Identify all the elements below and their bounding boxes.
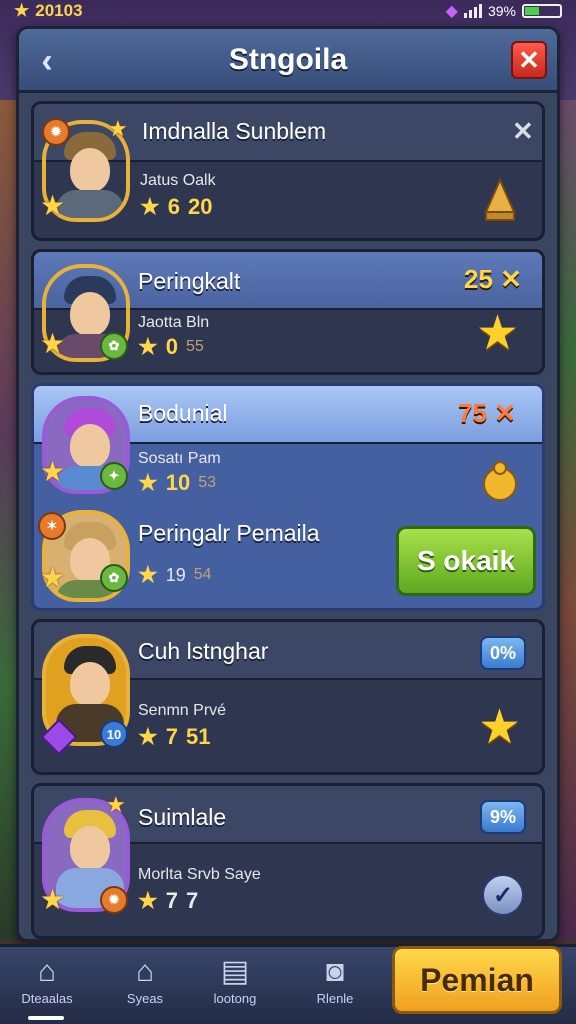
star-badge-icon: ★ [40, 562, 66, 593]
star-badge-icon: ★ [108, 116, 128, 141]
check-icon: ✓ [492, 881, 514, 909]
level-badge-icon: ✦ [100, 462, 128, 490]
level-badge: 10 [100, 720, 128, 748]
home-icon: ⌂ [37, 955, 57, 988]
star-icon: ★ [138, 470, 158, 495]
count-badge: 75 ✕ [458, 398, 516, 428]
star-icon: ★ [138, 334, 158, 359]
player-stats: ★ 10 53 [138, 470, 216, 496]
gear-badge-icon: ✹ [42, 118, 70, 146]
primary-action-button[interactable]: Pemian [392, 946, 562, 1014]
player-name: Imdnalla Sunblem [142, 118, 327, 144]
player-subtitle: Jatus Oalk [140, 172, 216, 189]
player-subtitle: Morlta Srvb Saye [138, 866, 261, 883]
percent-badge: 9% [480, 800, 526, 834]
player-name: Suimlale [138, 804, 227, 830]
nav-item-scroll[interactable]: ▤ lootong [190, 953, 280, 1021]
leaf-badge-icon: ✿ [100, 564, 128, 592]
player-name: Cuh lstnghar [138, 638, 269, 664]
count-badge: 25 ✕ [464, 264, 522, 294]
nav-item-house[interactable]: ⌂ Syeas [100, 953, 190, 1021]
close-icon: ✕ [518, 44, 540, 75]
stat-secondary: 54 [193, 566, 212, 583]
battery-icon [522, 4, 562, 18]
chevron-left-icon: ‹ [41, 41, 53, 80]
battery-percent: 39% [487, 3, 516, 19]
camera-icon: ◙ [325, 955, 345, 988]
star-badge-icon: ★ [106, 792, 126, 817]
list-item[interactable]: ★ ★ ✹ Imdnalla Sunblem ✕ Jatus Oalk ★ 6 … [31, 101, 545, 241]
reward-star-icon: ★ [478, 701, 522, 754]
list-item[interactable]: ★ ✿ Peringkalt 25 ✕ Jaotta Bln ★ 0 55 ★ [31, 249, 545, 375]
nav-item-camera[interactable]: ◙ Rlenle [290, 953, 380, 1021]
player-stats: ★ 0 55 [138, 334, 204, 360]
star-badge-icon: ★ [40, 328, 66, 359]
stat-primary: 7 [165, 724, 178, 749]
player-subtitle: Sosatı Pam [138, 450, 221, 467]
stat-primary: 7 [165, 888, 178, 913]
dismiss-icon[interactable]: ✕ [512, 116, 534, 147]
battery-fill [525, 7, 540, 15]
panel-header: ‹ Stngoila ✕ [19, 29, 557, 93]
status-bar: ★ 20103 ◆ 39% [0, 0, 576, 22]
nav-item-home[interactable]: ⌂ Dteaalas [2, 953, 92, 1021]
back-button[interactable]: ‹ [29, 41, 65, 81]
scroll-icon: ▤ [220, 955, 250, 988]
star-badge-icon: ★ [40, 884, 66, 915]
close-button[interactable]: ✕ [511, 41, 547, 79]
gem-icon: ◆ [445, 3, 458, 20]
stat-secondary: 7 [185, 888, 199, 913]
leaf-badge-icon: ✿ [100, 332, 128, 360]
star-badge-icon: ★ [40, 456, 66, 487]
trophy-icon [484, 178, 516, 221]
compass-badge-icon: ✶ [38, 512, 66, 540]
star-icon: ★ [140, 194, 160, 219]
star-icon: ★ [138, 562, 158, 587]
player-subtitle: Senmn Prvé [138, 702, 227, 719]
claim-button[interactable]: S okaik [396, 526, 536, 596]
stat-primary: 0 [165, 334, 178, 359]
gold-pouch-icon [483, 461, 517, 501]
star-icon: ★ [14, 1, 30, 20]
player-name: Peringalr Pemaila [138, 520, 320, 546]
player-subtitle: Jaotta Bln [138, 314, 210, 331]
stat-primary: 19 [165, 564, 186, 585]
player-name: Bodunial [138, 400, 228, 426]
player-stats: ★ 7 7 [138, 888, 198, 914]
stat-primary: 10 [165, 470, 191, 495]
player-name: Peringkalt [138, 268, 241, 294]
stat-primary: 6 [167, 194, 180, 219]
list-item-selected[interactable]: ★ ✦ Bodunial 75 ✕ Sosatı Pam ★ 10 53 ✶ ★ [31, 383, 545, 611]
signal-icon [463, 4, 482, 18]
nav-label: Dteaalas [21, 991, 73, 1006]
gear-badge-icon: ✹ [100, 886, 128, 914]
star-icon: ★ [138, 724, 158, 749]
nav-label: Rlenle [316, 991, 354, 1006]
check-button[interactable]: ✓ [482, 874, 524, 916]
list-item[interactable]: 10 Cuh lstnghar 0% Senmn Prvé ★ 7 51 ★ [31, 619, 545, 775]
player-stats: ★ 19 54 [138, 562, 212, 588]
reward-star-icon: ★ [476, 307, 520, 360]
page-title: Stngoila [228, 42, 348, 76]
player-stats: ★ 7 51 [138, 724, 210, 750]
nav-active-indicator [28, 1016, 64, 1020]
star-icon: ★ [138, 888, 158, 913]
stat-secondary: 53 [198, 474, 217, 491]
percent-badge: 0% [480, 636, 526, 670]
stat-secondary: 20 [187, 194, 213, 219]
coin-counter: ★ 20103 [14, 1, 83, 21]
stat-secondary: 51 [185, 724, 211, 749]
player-stats: ★ 6 20 [140, 194, 212, 220]
list-item[interactable]: ★ ★ ✹ Suimlale 9% Morlta Srvb Saye ★ 7 7… [31, 783, 545, 939]
house-icon: ⌂ [135, 955, 155, 988]
nav-label: lootong [213, 991, 257, 1006]
stat-secondary: 55 [185, 338, 204, 355]
coin-value: 20103 [35, 1, 83, 20]
main-panel: ‹ Stngoila ✕ ★ ★ ✹ Imdnalla Sunblem ✕ Ja… [16, 26, 560, 942]
star-badge-icon: ★ [40, 190, 66, 221]
nav-label: Syeas [126, 991, 164, 1006]
